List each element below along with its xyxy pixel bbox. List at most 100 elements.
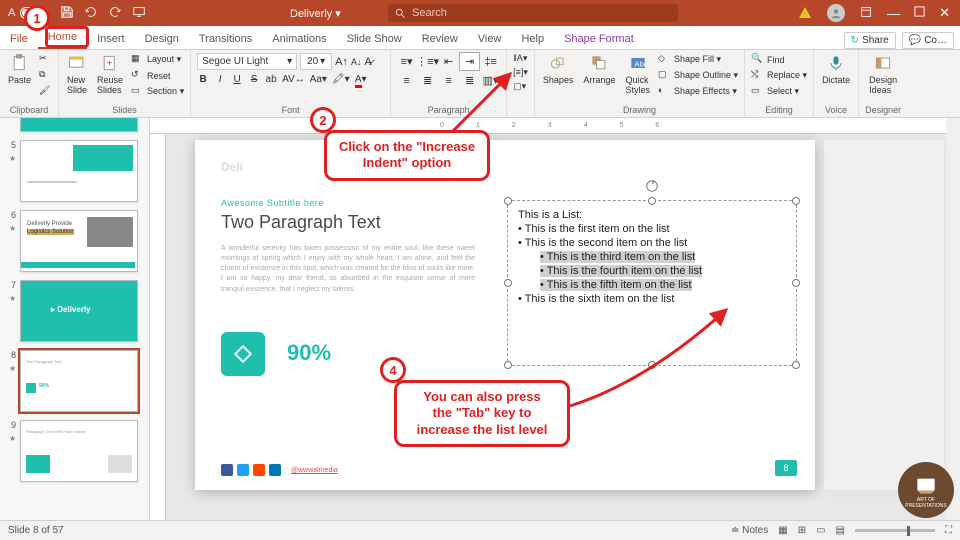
tab-file[interactable]: File — [0, 29, 38, 49]
comments-button[interactable]: 💬Co… — [902, 32, 954, 49]
copy-icon[interactable]: ⧉ — [39, 69, 52, 82]
underline-button[interactable]: U — [231, 74, 243, 85]
resize-handle[interactable] — [792, 279, 800, 287]
thumb-slide-partial[interactable] — [20, 118, 138, 132]
save-icon[interactable] — [60, 5, 74, 22]
thumb-slide-7[interactable]: ▸ Deliverly — [20, 280, 138, 342]
list-item[interactable]: • This is the fourth item on the list — [518, 265, 786, 277]
layout-button[interactable]: ▦Layout ▾ — [131, 53, 184, 66]
start-slideshow-icon[interactable] — [132, 5, 146, 22]
sorter-view-icon[interactable]: ⊞ — [798, 525, 806, 536]
resize-handle[interactable] — [504, 197, 512, 205]
undo-icon[interactable] — [84, 5, 98, 22]
font-color-button[interactable]: A▾ — [355, 74, 367, 85]
paste-button[interactable]: Paste — [6, 53, 33, 85]
decrease-font-icon[interactable]: A↓ — [351, 57, 362, 67]
font-family-select[interactable]: Segoe UI Light▾ — [197, 53, 297, 70]
arrange-button[interactable]: Arrange — [581, 53, 617, 85]
notes-button[interactable]: ≐ Notes — [731, 525, 768, 536]
spacing-button[interactable]: AV↔ — [282, 74, 305, 85]
cut-icon[interactable]: ✂ — [39, 53, 52, 66]
thumb-slide-6[interactable]: Deliverly ProvideLogistics Solution — [20, 210, 138, 272]
list-item[interactable]: • This is the second item on the list — [518, 237, 786, 249]
fit-window-icon[interactable]: ⛶ — [945, 525, 952, 536]
tab-design[interactable]: Design — [135, 29, 189, 49]
list-item[interactable]: • This is the third item on the list — [518, 251, 786, 263]
resize-handle[interactable] — [792, 361, 800, 369]
list-heading[interactable]: This is a List: — [518, 209, 786, 221]
tab-insert[interactable]: Insert — [87, 29, 135, 49]
shadow-button[interactable]: ab — [265, 74, 277, 85]
reading-view-icon[interactable]: ▭ — [816, 525, 825, 536]
select-button[interactable]: ▭Select ▾ — [751, 85, 807, 98]
find-button[interactable]: 🔍Find — [751, 53, 807, 66]
tab-animations[interactable]: Animations — [262, 29, 336, 49]
slide-canvas[interactable]: 0123456 Deli Awesome Subtitle here Two P… — [150, 118, 960, 520]
tab-slideshow[interactable]: Slide Show — [337, 29, 412, 49]
design-ideas-button[interactable]: Design Ideas — [865, 53, 901, 95]
close-icon[interactable]: ✕ — [939, 5, 950, 21]
tab-help[interactable]: Help — [511, 29, 554, 49]
document-title[interactable]: Deliverly ▾ — [290, 7, 341, 20]
tab-review[interactable]: Review — [412, 29, 468, 49]
case-button[interactable]: Aa▾ — [310, 74, 327, 85]
slideshow-view-icon[interactable]: ▤ — [836, 525, 845, 536]
shape-fill-button[interactable]: ◇Shape Fill ▾ — [658, 53, 738, 66]
tw-icon[interactable] — [237, 464, 249, 476]
replace-button[interactable]: ⤭Replace ▾ — [751, 69, 807, 82]
shape-outline-button[interactable]: ▢Shape Outline ▾ — [658, 69, 738, 82]
text-direction-button[interactable]: ‖A▾ — [513, 53, 528, 64]
resize-handle[interactable] — [504, 279, 512, 287]
italic-button[interactable]: I — [214, 74, 226, 85]
dictate-button[interactable]: Dictate — [820, 53, 852, 85]
slide-percentage[interactable]: 90% — [287, 340, 331, 366]
maximize-icon[interactable] — [914, 6, 925, 20]
redo-icon[interactable] — [108, 5, 122, 22]
list-item[interactable]: • This is the fifth item on the list — [518, 279, 786, 291]
tab-home[interactable]: Home — [38, 27, 87, 49]
tab-transitions[interactable]: Transitions — [189, 29, 262, 49]
font-size-select[interactable]: 20▾ — [300, 53, 332, 70]
clear-formatting-icon[interactable]: A̷ — [364, 56, 371, 68]
resize-handle[interactable] — [792, 197, 800, 205]
rotate-handle-icon[interactable] — [645, 179, 659, 193]
bullets-button[interactable]: ≡▾ — [397, 53, 416, 70]
zoom-slider[interactable] — [855, 529, 935, 532]
tab-view[interactable]: View — [468, 29, 512, 49]
reuse-slides-button[interactable]: +Reuse Slides — [95, 53, 125, 95]
bold-button[interactable]: B — [197, 74, 209, 85]
highlight-button[interactable]: 🖍▾ — [332, 74, 350, 85]
design-ideas-panel[interactable] — [824, 140, 944, 490]
minimize-icon[interactable]: — — [887, 6, 900, 21]
li-icon[interactable] — [269, 464, 281, 476]
slide-subtitle[interactable]: Awesome Subtitle here — [221, 198, 324, 208]
slide-body-text[interactable]: A wonderful serenity has taken possessio… — [221, 244, 475, 295]
resize-handle[interactable] — [648, 197, 656, 205]
normal-view-icon[interactable]: ▦ — [778, 525, 787, 536]
format-painter-icon[interactable]: 🖌 — [39, 85, 52, 98]
slide-handle[interactable]: @wwwalmedia — [291, 467, 338, 474]
align-left-button[interactable]: ≡ — [397, 72, 416, 89]
slide-thumbnail-panel[interactable]: 5★ 6★ Deliverly ProvideLogistics Solutio… — [0, 118, 150, 520]
gp-icon[interactable] — [253, 464, 265, 476]
thumb-slide-5[interactable] — [20, 140, 138, 202]
align-center-button[interactable]: ≣ — [418, 72, 437, 89]
reset-button[interactable]: ↺Reset — [131, 69, 184, 82]
list-item[interactable]: • This is the first item on the list — [518, 223, 786, 235]
tab-shape-format[interactable]: Shape Format — [554, 29, 644, 49]
section-button[interactable]: ▭Section ▾ — [131, 85, 184, 98]
vertical-scrollbar[interactable] — [946, 118, 960, 520]
list-content[interactable]: This is a List: • This is the first item… — [508, 201, 796, 313]
shapes-button[interactable]: Shapes — [541, 53, 576, 85]
ribbon-options-icon[interactable] — [859, 5, 873, 22]
shape-effects-button[interactable]: ◐Shape Effects ▾ — [658, 85, 738, 98]
search-box[interactable]: Search — [388, 4, 678, 22]
thumb-slide-8[interactable]: Two Paragraph Text90% — [20, 350, 138, 412]
thumb-slide-9[interactable]: Paragraph Text With Photo Inside — [20, 420, 138, 482]
quick-styles-button[interactable]: AbcQuick Styles — [623, 53, 652, 95]
resize-handle[interactable] — [504, 361, 512, 369]
new-slide-button[interactable]: New Slide — [65, 53, 89, 95]
fb-icon[interactable] — [221, 464, 233, 476]
slide-icon-box[interactable] — [221, 332, 265, 376]
share-button[interactable]: ↻Share — [844, 32, 896, 49]
